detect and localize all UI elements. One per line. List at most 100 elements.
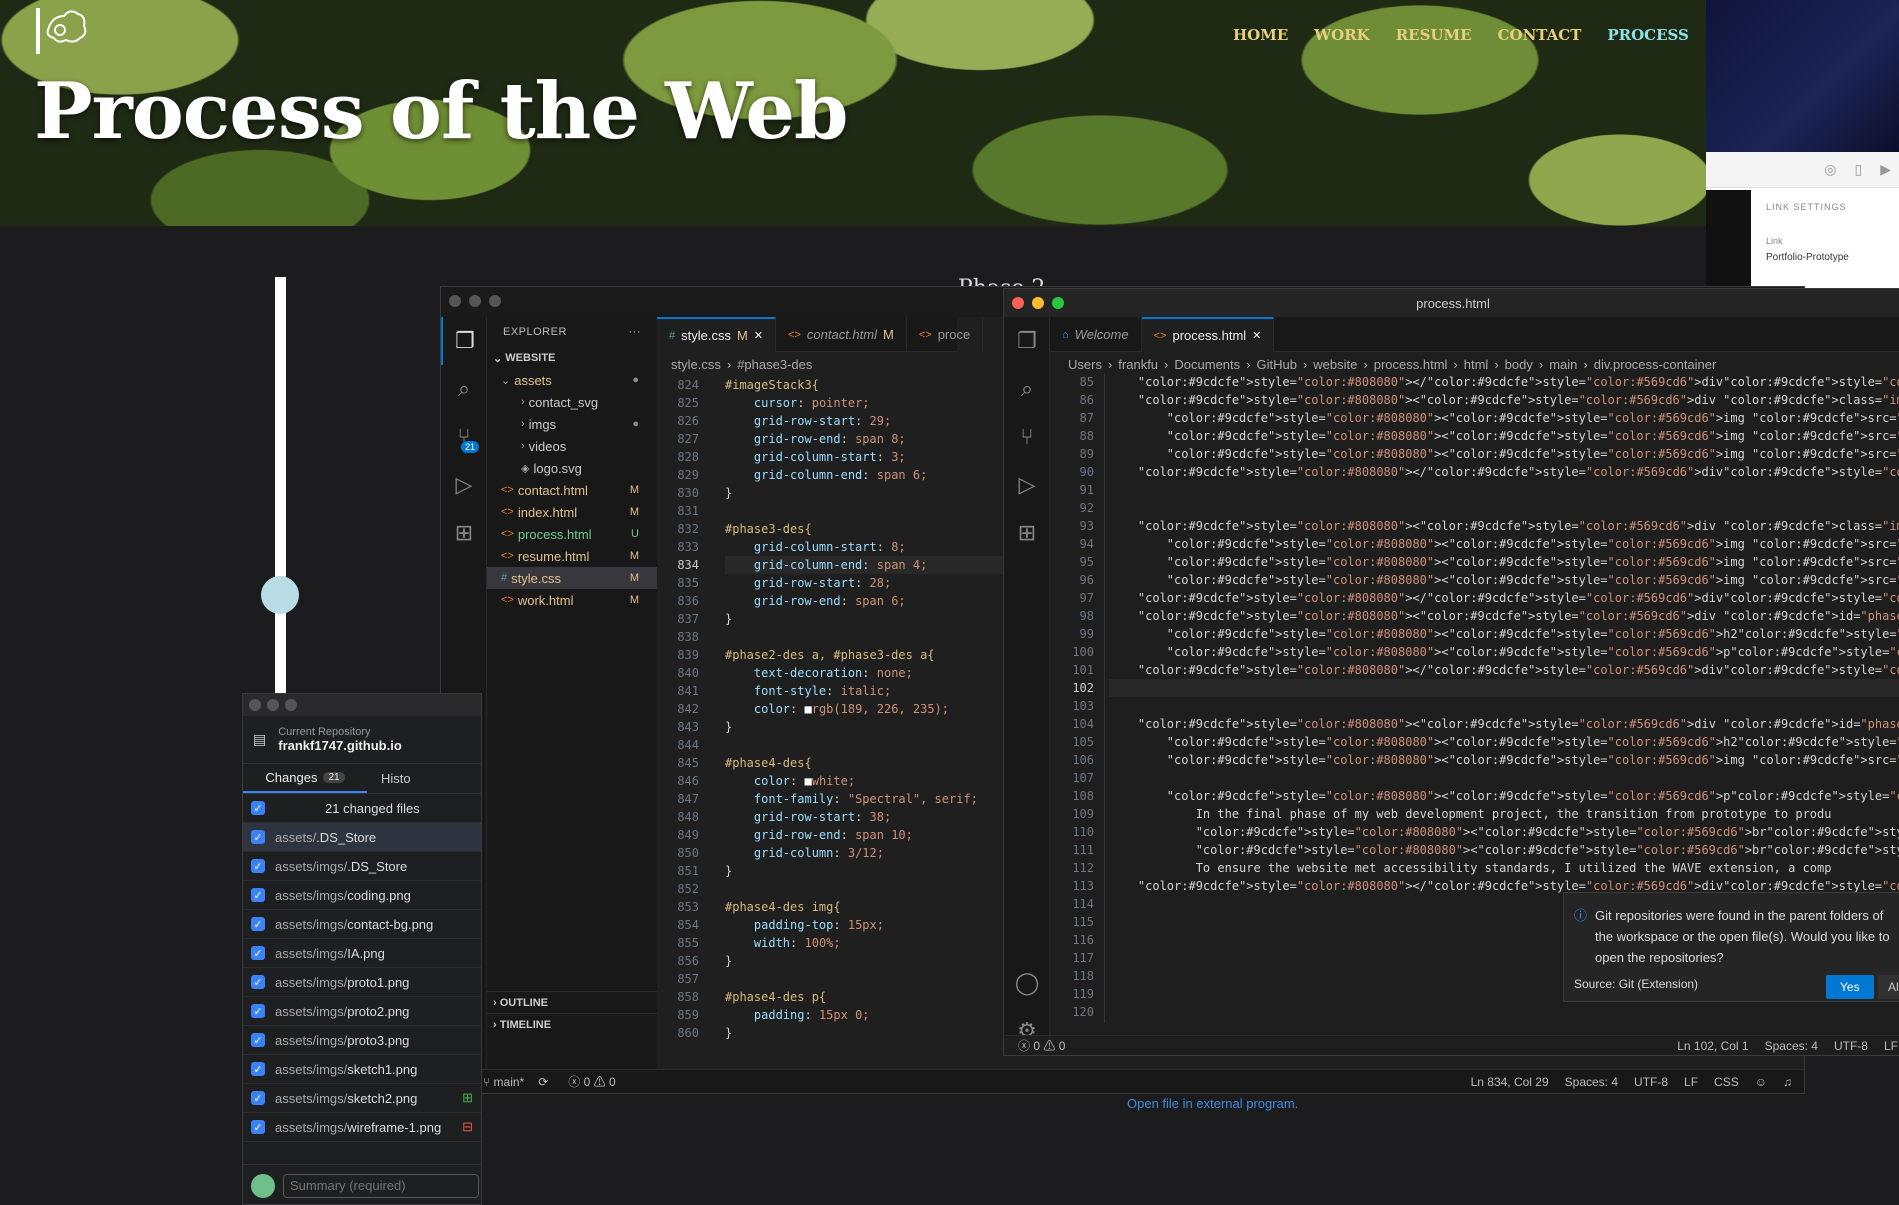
site-logo-icon[interactable]: [34, 6, 90, 56]
changed-file-row[interactable]: ✓ assets/imgs/sketch2.png ⊞: [243, 1084, 481, 1113]
changed-file-row[interactable]: ✓ assets/imgs/.DS_Store: [243, 852, 481, 881]
file-checkbox[interactable]: ✓: [251, 1120, 265, 1134]
nav-link-resume[interactable]: RESUME: [1396, 26, 1472, 44]
account-icon[interactable]: ◯: [1004, 959, 1050, 1007]
breadcrumb-item[interactable]: website: [1313, 357, 1357, 372]
open-external-link[interactable]: Open file in external program.: [1127, 1096, 1298, 1111]
eol[interactable]: LF: [1884, 1039, 1898, 1053]
tab-Welcome[interactable]: ⌂ Welcome: [1050, 317, 1142, 352]
changed-file-row[interactable]: ✓ assets/imgs/wireframe-1.png ⊟: [243, 1113, 481, 1142]
close-button[interactable]: [1012, 297, 1024, 309]
changed-file-row[interactable]: ✓ assets/imgs/coding.png: [243, 881, 481, 910]
file-checkbox[interactable]: ✓: [251, 1004, 265, 1018]
breadcrumb-item[interactable]: GitHub: [1256, 357, 1296, 372]
language-mode[interactable]: CSS: [1714, 1075, 1739, 1089]
breadcrumb-item[interactable]: frankfu: [1118, 357, 1158, 372]
tab-contact-html[interactable]: <> contact.html M: [776, 317, 907, 352]
problems-indicator[interactable]: ⓧ 0 ⚠ 0: [568, 1073, 615, 1090]
nav-link-work[interactable]: WORK: [1314, 26, 1369, 44]
search-icon[interactable]: ⌕: [441, 365, 487, 413]
tree-item[interactable]: # style.css M: [487, 567, 657, 589]
timeline-section[interactable]: › TIMELINE: [487, 1013, 657, 1035]
summary-input[interactable]: [283, 1173, 479, 1198]
device-icon[interactable]: ▯: [1855, 161, 1863, 178]
changed-file-row[interactable]: ✓ assets/imgs/proto1.png: [243, 968, 481, 997]
extensions-icon[interactable]: ⊞: [1004, 509, 1050, 557]
problems-indicator[interactable]: ⓧ 0 ⚠ 0: [1018, 1037, 1065, 1054]
extensions-icon[interactable]: ⊞: [441, 509, 487, 557]
tree-item[interactable]: <> contact.html M: [487, 479, 657, 501]
breadcrumb-item[interactable]: main: [1549, 357, 1577, 372]
breadcrumb-item[interactable]: process.html: [1374, 357, 1448, 372]
zoom-button[interactable]: [489, 295, 501, 307]
changed-file-row[interactable]: ✓ assets/imgs/IA.png: [243, 939, 481, 968]
indentation[interactable]: Spaces: 4: [1765, 1039, 1818, 1053]
notification-other-button[interactable]: Al: [1878, 975, 1899, 999]
breadcrumb-item[interactable]: body: [1505, 357, 1533, 372]
file-checkbox[interactable]: ✓: [251, 917, 265, 931]
file-checkbox[interactable]: ✓: [251, 1091, 265, 1105]
minimize-button[interactable]: [469, 295, 481, 307]
run-debug-icon[interactable]: ▷: [1004, 461, 1050, 509]
tab-changes[interactable]: Changes 21: [243, 764, 367, 793]
file-checkbox[interactable]: ✓: [251, 1033, 265, 1047]
close-tab-icon[interactable]: ✕: [1252, 329, 1261, 342]
user-icon[interactable]: ◎: [1824, 161, 1836, 178]
workspace-folder[interactable]: ⌄ WEBSITE: [487, 347, 657, 369]
tab-history[interactable]: Histo: [367, 764, 481, 793]
notification-yes-button[interactable]: Yes: [1826, 975, 1874, 999]
tree-item[interactable]: <> resume.html M: [487, 545, 657, 567]
code-editor[interactable]: #imageStack3{ cursor: pointer; grid-row-…: [725, 376, 1025, 1042]
file-checkbox[interactable]: ✓: [251, 946, 265, 960]
tree-item[interactable]: ◈ logo.svg: [487, 457, 657, 479]
timeline-slider-thumb[interactable]: [261, 576, 299, 614]
explorer-icon[interactable]: ❐: [441, 317, 487, 365]
zoom-button[interactable]: [285, 699, 297, 711]
link-value[interactable]: Portfolio-Prototype: [1766, 252, 1849, 263]
notifications-bell-icon[interactable]: ♫: [1783, 1075, 1792, 1089]
cursor-position[interactable]: Ln 102, Col 1: [1677, 1039, 1748, 1053]
indentation[interactable]: Spaces: 4: [1565, 1075, 1618, 1089]
encoding[interactable]: UTF-8: [1634, 1075, 1668, 1089]
nav-link-process[interactable]: PROCESS: [1607, 26, 1689, 44]
repository-selector[interactable]: ▤ Current Repository frankf1747.github.io: [243, 716, 481, 764]
file-checkbox[interactable]: ✓: [251, 1062, 265, 1076]
changed-file-row[interactable]: ✓ assets/.DS_Store: [243, 823, 481, 852]
outline-section[interactable]: › OUTLINE: [487, 991, 657, 1013]
changed-file-row[interactable]: ✓ assets/imgs/proto3.png: [243, 1026, 481, 1055]
close-button[interactable]: [249, 699, 261, 711]
timeline-slider-track[interactable]: [275, 277, 286, 697]
breadcrumb-item[interactable]: Users: [1068, 357, 1102, 372]
feedback-icon[interactable]: ☺: [1755, 1075, 1767, 1089]
tree-item[interactable]: <> index.html M: [487, 501, 657, 523]
file-checkbox[interactable]: ✓: [251, 888, 265, 902]
branch-indicator[interactable]: ⑂ main*: [483, 1075, 524, 1089]
tree-item[interactable]: › imgs ●: [487, 413, 657, 435]
tree-item[interactable]: › contact_svg: [487, 391, 657, 413]
breadcrumb-item[interactable]: #phase3-des: [737, 357, 812, 372]
tab-style-css[interactable]: # style.css M ✕: [657, 317, 777, 352]
run-debug-icon[interactable]: ▷: [441, 461, 487, 509]
source-control-icon[interactable]: ⑂: [1004, 413, 1050, 461]
changed-file-row[interactable]: ✓ assets/imgs/contact-bg.png: [243, 910, 481, 939]
eol[interactable]: LF: [1684, 1075, 1698, 1089]
close-button[interactable]: [449, 295, 461, 307]
more-actions-icon[interactable]: ···: [629, 326, 642, 338]
select-all-row[interactable]: ✓ 21 changed files: [243, 794, 481, 823]
explorer-icon[interactable]: ❐: [1004, 317, 1050, 365]
source-control-icon[interactable]: ⑂ 21: [441, 413, 487, 461]
tree-item[interactable]: <> process.html U: [487, 523, 657, 545]
sync-icon[interactable]: ⟳: [538, 1075, 548, 1089]
nav-link-home[interactable]: HOME: [1233, 26, 1288, 44]
breadcrumb-item[interactable]: div.process-container: [1594, 357, 1717, 372]
close-tab-icon[interactable]: ✕: [754, 329, 763, 342]
breadcrumb-item[interactable]: style.css: [671, 357, 721, 372]
minimize-button[interactable]: [1032, 297, 1044, 309]
changed-file-row[interactable]: ✓ assets/imgs/proto2.png: [243, 997, 481, 1026]
file-checkbox[interactable]: ✓: [251, 975, 265, 989]
tree-item[interactable]: › videos: [487, 435, 657, 457]
file-checkbox[interactable]: ✓: [251, 830, 265, 844]
breadcrumb-item[interactable]: html: [1464, 357, 1489, 372]
file-checkbox[interactable]: ✓: [251, 859, 265, 873]
tab-proce[interactable]: <> proce: [907, 317, 984, 352]
